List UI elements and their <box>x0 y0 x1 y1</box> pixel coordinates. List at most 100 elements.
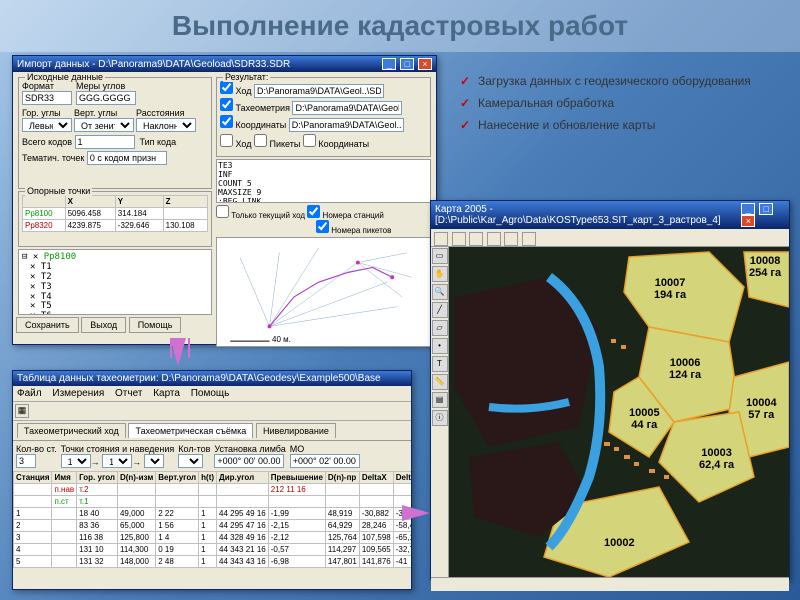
parcel-label-10005: 1000544 га <box>629 407 660 431</box>
count-input[interactable] <box>16 454 36 468</box>
chk-coord2[interactable] <box>303 134 316 147</box>
chk-hod[interactable] <box>220 81 233 94</box>
chk-piknum[interactable] <box>316 220 329 233</box>
allcode-input[interactable] <box>75 135 135 149</box>
pt1-x[interactable]: 5096.458 <box>65 208 115 220</box>
mo-input[interactable] <box>290 454 360 468</box>
mask-label: Меры углов <box>76 81 136 91</box>
chk-current[interactable] <box>216 205 229 218</box>
limb-label: Установка лимба <box>214 444 285 454</box>
table-row[interactable]: 283 3665,0001 56144 295 47 16-2,1564,929… <box>14 520 412 532</box>
chk-hod2[interactable] <box>220 134 233 147</box>
pt1-y[interactable]: 314.184 <box>115 208 163 220</box>
kol-input[interactable]: 2 <box>178 454 203 468</box>
table-titlebar: Таблица данных тахеометрии: D:\Panorama9… <box>13 371 411 386</box>
pt2-y[interactable]: -329.646 <box>115 220 163 232</box>
minimize-button[interactable]: _ <box>382 58 396 70</box>
pt-via[interactable]: 1.2 <box>102 454 132 468</box>
tool-point-icon[interactable]: • <box>432 338 448 354</box>
parcel-label-10004: 1000457 га <box>746 397 777 421</box>
hcoord-select[interactable]: Левые <box>22 118 72 132</box>
tool-select-icon[interactable]: ▭ <box>432 248 448 264</box>
table-row[interactable]: 5131 32148,0002 48144 343 43 16-6,98147,… <box>14 556 412 568</box>
exit-button[interactable]: Выход <box>81 317 126 333</box>
survey-plot[interactable]: 40 м. <box>216 237 431 347</box>
map-canvas[interactable]: 10007194 га 10006124 га 1000544 га 10004… <box>449 247 789 577</box>
vcoord-select[interactable]: От зенита <box>74 118 134 132</box>
table-row[interactable]: 118 4049,0002 22144 295 49 16-1,9948,919… <box>14 508 412 520</box>
pt1-name[interactable]: Pp8100 <box>23 208 66 220</box>
chk-hod2-label: Ход <box>236 139 252 149</box>
bullet-item: Нанесение и обновление карты <box>460 114 780 136</box>
tool-pan-icon[interactable]: ✋ <box>432 266 448 282</box>
path1[interactable] <box>254 84 384 98</box>
table-row[interactable]: п.навт.2212 11 16 <box>14 484 412 496</box>
chk-stnum[interactable] <box>307 205 320 218</box>
toolbar-icon[interactable] <box>452 232 466 246</box>
parcel-label-10008: 10008254 га <box>749 255 781 279</box>
toolbar-icon[interactable] <box>469 232 483 246</box>
limb-input[interactable] <box>214 454 284 468</box>
measurements-table[interactable]: СтанцияИмяГор. уголD(n)-измВерт.уголh(t)… <box>13 471 411 568</box>
col-header: Превышение <box>268 472 325 484</box>
toolbar-icon[interactable] <box>434 232 448 246</box>
table-row[interactable]: п.стт.1 <box>14 496 412 508</box>
pt2-z[interactable]: 130.108 <box>163 220 207 232</box>
help-button[interactable]: Помощь <box>129 317 182 333</box>
tool-info-icon[interactable]: ⓘ <box>432 410 448 426</box>
pt1-z[interactable] <box>163 208 207 220</box>
kol-label: Кол-тов <box>178 444 210 454</box>
pt-to[interactable]: 5 <box>144 454 164 468</box>
pt2-name[interactable]: Pp8320 <box>23 220 66 232</box>
pt2-x[interactable]: 4239.875 <box>65 220 115 232</box>
tool-zoom-icon[interactable]: 🔍 <box>432 284 448 300</box>
tab-leveling[interactable]: Нивелирование <box>256 423 336 438</box>
tool-line-icon[interactable]: ╱ <box>432 302 448 318</box>
close-button[interactable]: × <box>418 58 432 70</box>
save-button[interactable]: Сохранить <box>16 317 79 333</box>
tab-survey[interactable]: Тахеометрическая съёмка <box>128 423 253 438</box>
tool-measure-icon[interactable]: 📏 <box>432 374 448 390</box>
toolbar-icon[interactable] <box>522 232 536 246</box>
menu-file[interactable]: Файл <box>17 388 42 399</box>
map-close[interactable]: × <box>741 215 755 227</box>
table-row[interactable]: 4131 10114,3000 19144 343 21 16-0,57114,… <box>14 544 412 556</box>
col-header: Имя <box>52 472 77 484</box>
menu-map[interactable]: Карта <box>153 388 180 399</box>
toolbar-icon[interactable] <box>487 232 501 246</box>
menu-report[interactable]: Отчет <box>115 388 142 399</box>
menu-measurements[interactable]: Измерения <box>52 388 104 399</box>
toolbar-icon[interactable] <box>504 232 518 246</box>
ptype-input[interactable] <box>87 151 167 165</box>
parcel-label-10007: 10007194 га <box>654 277 686 301</box>
pt-from[interactable]: 1.1 <box>61 454 91 468</box>
format-input[interactable] <box>22 91 72 105</box>
chk-coord[interactable] <box>220 115 233 128</box>
path2[interactable] <box>292 101 402 115</box>
toolbar-icon[interactable]: ▦ <box>15 404 29 418</box>
tab-traverse[interactable]: Тахеометрический ход <box>17 423 126 438</box>
anchor-points-table: XYZ Pp81005096.458314.184 Pp83204239.875… <box>22 195 208 232</box>
path3[interactable] <box>289 118 404 132</box>
chk-pik[interactable] <box>254 134 267 147</box>
col-header: Гор. угол <box>77 472 118 484</box>
allcode-label: Всего кодов <box>22 137 72 147</box>
dist-select[interactable]: Наклонные <box>136 118 196 132</box>
table-row[interactable]: 3116 38125,8001 4144 328 49 16-2,12125,7… <box>14 532 412 544</box>
map-minimize[interactable]: _ <box>741 203 755 215</box>
menu-help[interactable]: Помощь <box>191 388 230 399</box>
chk-taheo[interactable] <box>220 98 233 111</box>
mask-input[interactable] <box>76 91 136 105</box>
maximize-button[interactable]: □ <box>400 58 414 70</box>
map-window: Карта 2005 - [D:\Public\Kar_Agro\Data\KO… <box>430 200 790 580</box>
tool-poly-icon[interactable]: ▱ <box>432 320 448 336</box>
tool-text-icon[interactable]: T <box>432 356 448 372</box>
tool-layer-icon[interactable]: ▤ <box>432 392 448 408</box>
ptype-label: Тематич. точек <box>22 153 84 163</box>
map-maximize[interactable]: □ <box>759 203 773 215</box>
tree-root[interactable]: ⊟ ✕ Pp8100 ✕ T1 ✕ T2 ✕ T3 ✕ T4 ✕ T5 ✕ T6… <box>22 253 208 315</box>
col-y: Y <box>115 196 163 208</box>
group-input-label: Исходные данные <box>25 72 105 82</box>
chk-coord2-label: Координаты <box>318 139 369 149</box>
hcoord-label: Гор. углы <box>22 108 72 118</box>
